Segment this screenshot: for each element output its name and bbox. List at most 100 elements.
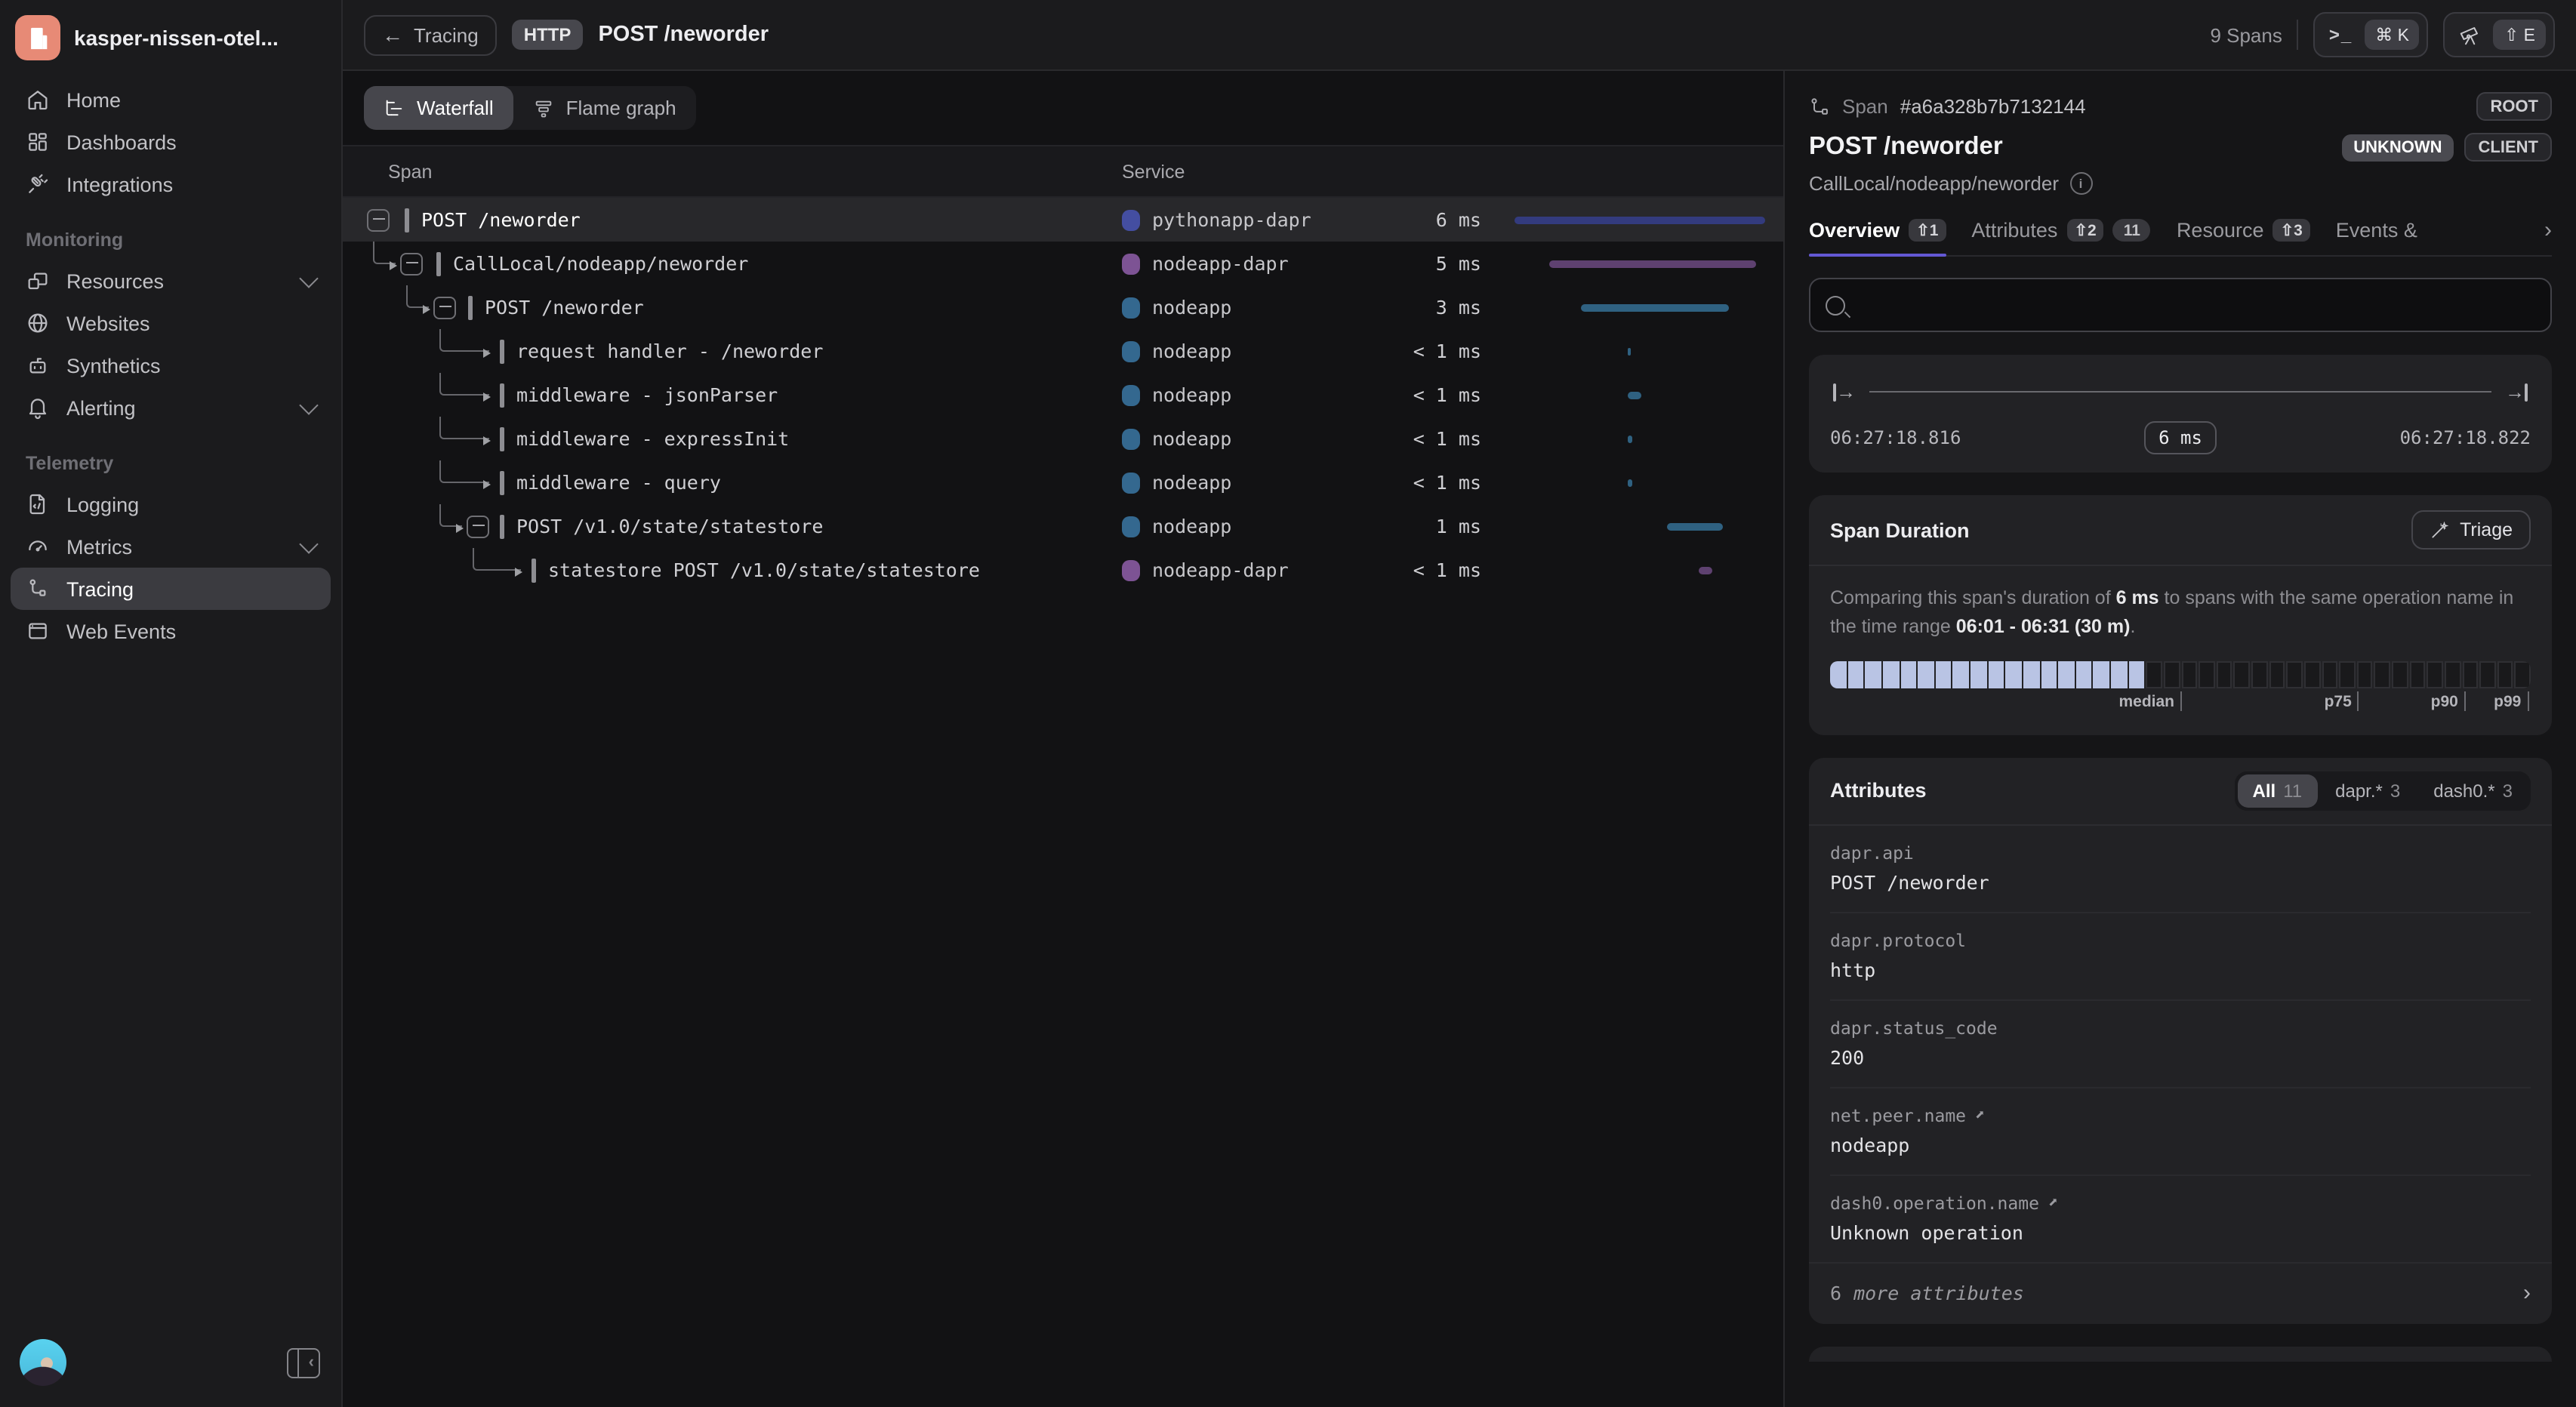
sidebar-item-metrics[interactable]: Metrics [11,525,331,568]
histogram-segment [2462,661,2478,688]
collapse-span-toggle[interactable] [400,252,423,275]
span-bar[interactable] [1514,216,1765,223]
external-link-icon[interactable]: ⬈ [1975,1106,1985,1125]
histogram-segment [2181,661,2197,688]
attribute-search[interactable] [1809,278,2552,332]
sidebar-item-web-events[interactable]: Web Events [11,610,331,652]
sidebar-item-tracing[interactable]: Tracing [11,568,331,610]
waterfall-row[interactable]: POST /newordernodeapp3 ms [343,285,1783,329]
more-count: 6 [1830,1282,1841,1304]
span-bar[interactable] [1627,347,1631,355]
sidebar-item-resources[interactable]: Resources [11,260,331,302]
external-link-icon[interactable]: ⬈ [2048,1193,2058,1213]
service-color-swatch [1122,472,1140,493]
tab-resource[interactable]: Resource⇧3 [2177,219,2310,255]
alerting-icon [26,396,50,420]
sidebar-item-integrations[interactable]: Integrations [11,163,331,205]
collapse-span-toggle[interactable] [467,515,489,537]
percentile-tick [2464,691,2466,711]
waterfall-row[interactable]: POST /neworderpythonapp-dapr6 ms [343,198,1783,242]
histogram-segment [2111,661,2127,688]
waterfall-lane [1514,417,1765,460]
service-color-swatch [1122,516,1140,537]
waterfall-header: Span Service [343,145,1783,198]
collapse-sidebar-icon[interactable] [287,1347,320,1378]
attributes-card: Attributes All 11dapr.* 3dash0.* 3 dapr.… [1809,758,2552,1324]
span-bar[interactable] [1582,303,1730,311]
collapse-span-toggle[interactable] [367,208,390,231]
waterfall-row[interactable]: middleware - expressInitnodeapp< 1 ms [343,417,1783,460]
waterfall-row[interactable]: middleware - querynodeapp< 1 ms [343,460,1783,504]
span-bar[interactable] [1627,391,1641,399]
tab-count: 11 [2113,219,2151,242]
filter-dash0[interactable]: dash0.* 3 [2418,774,2528,808]
timeline-card: → → 06:27:18.816 6 ms 06:27:18.822 [1809,355,2552,473]
waterfall-row[interactable]: middleware - jsonParsernodeapp< 1 ms [343,373,1783,417]
span-guide-bar [500,383,504,407]
tree-connector [439,460,489,483]
sidebar-item-label: Logging [66,493,139,516]
tree-connector [406,285,429,308]
percentile-tick [2180,691,2182,711]
command-palette-button[interactable]: >_ ⌘ K [2314,12,2429,57]
histogram-segment [2515,661,2531,688]
tab-attributes[interactable]: Attributes⇧211 [1971,219,2151,255]
waterfall-row[interactable]: CallLocal/nodeapp/newordernodeapp-dapr5 … [343,242,1783,285]
service-name: nodeapp [1152,427,1231,450]
attribute-filter: All 11dapr.* 3dash0.* 3 [2235,771,2531,811]
sidebar-item-dashboards[interactable]: Dashboards [11,121,331,163]
duration-badge: 6 ms [2143,421,2217,454]
histogram-segment [2006,661,2022,688]
histogram-segment [2058,661,2074,688]
tabs-scroll-icon[interactable]: › [2544,217,2552,255]
histogram-segment [1953,661,1969,688]
workspace-switcher[interactable]: kasper-nissen-otel... [0,0,341,72]
filter-all[interactable]: All 11 [2238,774,2318,808]
tab-flame-graph[interactable]: Flame graph [513,86,696,130]
span-guide-bar [500,514,504,538]
back-to-tracing-button[interactable]: ← Tracing [364,14,497,55]
sidebar-item-home[interactable]: Home [11,79,331,121]
service-name: nodeapp [1152,340,1231,362]
span-bar[interactable] [1628,479,1632,486]
more-attributes-button[interactable]: 6 more attributes › [1809,1262,2552,1324]
collapse-span-toggle[interactable] [433,296,456,319]
span-bar[interactable] [1698,566,1713,574]
attribute-key: dash0.operation.name ⬈ [1830,1193,2531,1214]
waterfall-icon [384,97,405,119]
sidebar-item-alerting[interactable]: Alerting [11,386,331,429]
span-bar[interactable] [1549,260,1756,267]
span-guide-bar [500,339,504,363]
span-bar[interactable] [1667,522,1724,530]
tab-overview[interactable]: Overview⇧1 [1809,219,1946,255]
tab-events-[interactable]: Events & [2336,219,2417,255]
triage-button[interactable]: Triage [2411,510,2531,550]
filter-dapr[interactable]: dapr.* 3 [2320,774,2415,808]
explore-shortcut: ⇧ E [2494,20,2546,50]
protocol-badge: HTTP [512,20,584,50]
user-avatar[interactable] [20,1339,66,1386]
search-input[interactable] [1857,292,2535,318]
integrations-icon [26,172,50,196]
waterfall-row[interactable]: POST /v1.0/state/statestorenodeapp1 ms [343,504,1783,548]
kind-badge-client: CLIENT [2465,133,2552,162]
sidebar-item-synthetics[interactable]: Synthetics [11,344,331,386]
span-bar[interactable] [1628,435,1632,442]
waterfall-row[interactable]: statestore POST /v1.0/state/statestoreno… [343,548,1783,592]
explore-button[interactable]: ⇧ E [2444,12,2555,57]
page-title: POST /neworder [598,23,769,47]
sidebar-item-label: Resources [66,269,164,292]
tree-connector [439,417,489,439]
sidebar-item-websites[interactable]: Websites [11,302,331,344]
attribute-row: net.peer.name ⬈nodeapp [1830,1088,2531,1176]
view-switcher: Waterfall Flame graph [364,86,696,130]
tab-waterfall[interactable]: Waterfall [364,86,513,130]
service-color-swatch [1122,559,1140,580]
trace-area: Waterfall Flame graph Span Service POST … [343,71,1783,1407]
info-icon[interactable] [2069,172,2092,195]
sidebar-item-logging[interactable]: Logging [11,483,331,525]
tab-label: Attributes [1971,219,2057,242]
percentile-label: p75 [2325,693,2358,711]
span-duration: 3 ms [1388,296,1487,319]
waterfall-row[interactable]: request handler - /newordernodeapp< 1 ms [343,329,1783,373]
